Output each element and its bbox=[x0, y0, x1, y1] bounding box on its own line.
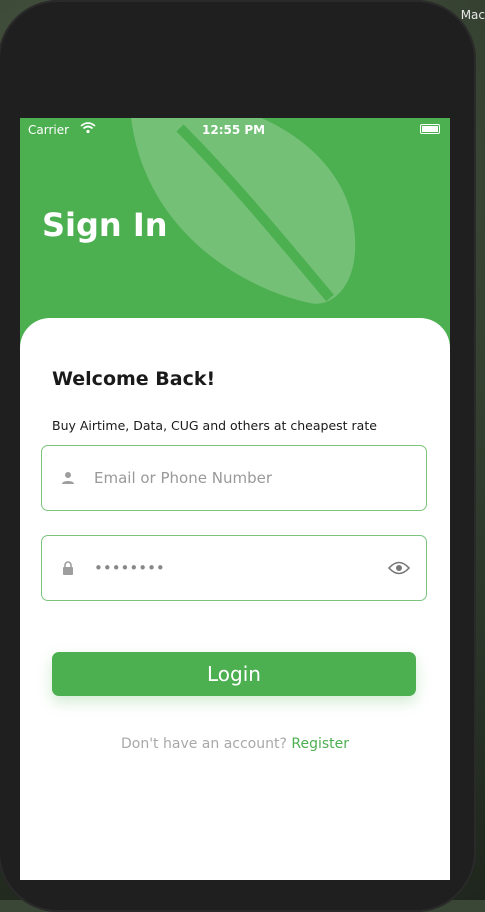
register-prompt: Don't have an account? Register bbox=[20, 736, 450, 752]
clock-time: 12:55 PM bbox=[202, 123, 266, 137]
battery-icon bbox=[420, 124, 440, 134]
carrier-label: Carrier bbox=[28, 123, 70, 137]
password-field[interactable] bbox=[41, 535, 427, 601]
register-prompt-text: Don't have an account? bbox=[120, 736, 287, 752]
eye-icon[interactable] bbox=[388, 560, 410, 576]
page-title: Sign In bbox=[42, 206, 168, 244]
lock-icon bbox=[63, 561, 73, 575]
user-icon bbox=[62, 472, 74, 484]
welcome-heading: Welcome Back! bbox=[52, 368, 216, 390]
wifi-icon bbox=[80, 122, 96, 134]
register-link[interactable]: Register bbox=[291, 736, 349, 752]
welcome-subtitle: Buy Airtime, Data, CUG and others at che… bbox=[52, 418, 377, 433]
login-button[interactable]: Login bbox=[52, 652, 416, 696]
password-input[interactable] bbox=[94, 548, 374, 588]
phone-frame: Carrier 12:55 PM Sign In Welcome Back! B… bbox=[0, 0, 476, 912]
desktop-label: Mac bbox=[460, 8, 485, 22]
login-card: Welcome Back! Buy Airtime, Data, CUG and… bbox=[20, 318, 450, 880]
email-field[interactable] bbox=[41, 445, 427, 511]
email-input[interactable] bbox=[94, 458, 374, 498]
app-screen: Carrier 12:55 PM Sign In Welcome Back! B… bbox=[20, 118, 450, 880]
status-bar: Carrier 12:55 PM bbox=[20, 118, 450, 142]
